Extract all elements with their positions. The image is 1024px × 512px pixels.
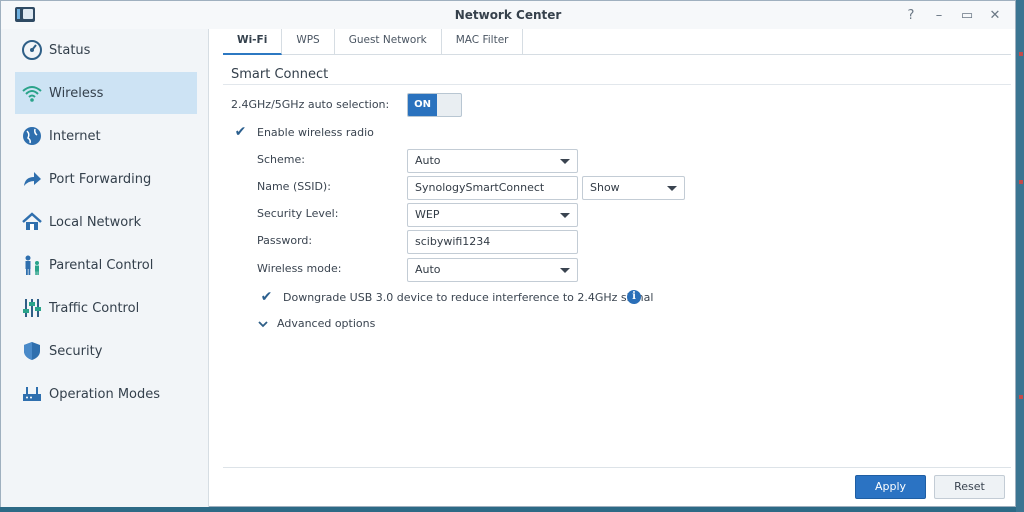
tab-guest-network[interactable]: Guest Network: [335, 29, 442, 55]
close-icon[interactable]: ✕: [983, 5, 1007, 25]
checkmark-icon: ✔: [234, 123, 247, 140]
main-panel: Wi-Fi WPS Guest Network MAC Filter Smart…: [221, 29, 1011, 507]
checkmark-icon: ✔: [260, 288, 273, 305]
scheme-value: Auto: [415, 154, 441, 167]
ssid-visibility-value: Show: [590, 181, 620, 194]
sidebar-item-label: Parental Control: [49, 257, 154, 273]
toggle-on-label: ON: [408, 94, 437, 116]
tab-wps[interactable]: WPS: [282, 29, 335, 55]
sidebar-item-security[interactable]: Security: [15, 330, 197, 372]
enable-radio-label: Enable wireless radio: [257, 126, 374, 139]
minimize-icon[interactable]: –: [927, 5, 951, 25]
sidebar-item-wireless[interactable]: Wireless: [15, 72, 197, 114]
section-title: Smart Connect: [231, 67, 329, 82]
desktop-background: [1016, 0, 1024, 512]
apply-button[interactable]: Apply: [855, 475, 926, 499]
reset-button[interactable]: Reset: [934, 475, 1005, 499]
security-level-value: WEP: [415, 208, 440, 221]
scheme-label: Scheme:: [257, 153, 305, 166]
sidebar-item-label: Security: [49, 343, 103, 359]
sidebar: Status Wireless Internet Port Forwarding…: [1, 29, 209, 507]
advanced-options-toggle[interactable]: Advanced options: [257, 317, 375, 330]
password-input[interactable]: scibywifi1234: [407, 230, 578, 254]
sidebar-item-local-network[interactable]: Local Network: [15, 201, 197, 243]
sidebar-item-label: Traffic Control: [49, 300, 140, 316]
downgrade-usb-checkbox[interactable]: ✔: [259, 288, 274, 305]
router-icon: [21, 383, 43, 405]
house-icon: [21, 211, 43, 233]
globe-icon: [21, 125, 43, 147]
sidebar-item-status[interactable]: Status: [15, 29, 197, 71]
forward-arrow-icon: [21, 168, 43, 190]
chevron-down-icon: [257, 318, 269, 330]
ssid-value: SynologySmartConnect: [415, 181, 545, 194]
tab-bar: Wi-Fi WPS Guest Network MAC Filter: [223, 29, 1011, 55]
password-label: Password:: [257, 234, 313, 247]
section-divider: [223, 84, 1011, 85]
ssid-label: Name (SSID):: [257, 180, 331, 193]
wireless-mode-select[interactable]: Auto: [407, 258, 578, 282]
auto-selection-toggle[interactable]: ON: [407, 93, 462, 117]
sidebar-item-traffic-control[interactable]: Traffic Control: [15, 287, 197, 329]
auto-selection-label: 2.4GHz/5GHz auto selection:: [231, 98, 390, 111]
sidebar-item-label: Local Network: [49, 214, 142, 230]
enable-radio-checkbox[interactable]: ✔: [233, 123, 248, 140]
ssid-visibility-select[interactable]: Show: [582, 176, 685, 200]
sidebar-item-label: Wireless: [49, 85, 104, 101]
chevron-down-icon: [667, 186, 677, 191]
sidebar-item-internet[interactable]: Internet: [15, 115, 197, 157]
family-icon: [21, 254, 43, 276]
tab-wifi[interactable]: Wi-Fi: [223, 29, 283, 55]
info-icon[interactable]: i: [627, 290, 641, 304]
wireless-mode-label: Wireless mode:: [257, 262, 342, 275]
maximize-icon[interactable]: ▭: [955, 5, 979, 25]
sliders-icon: [21, 297, 43, 319]
sidebar-item-label: Port Forwarding: [49, 171, 152, 187]
advanced-options-label: Advanced options: [277, 317, 376, 330]
shield-icon: [21, 340, 43, 362]
tab-mac-filter[interactable]: MAC Filter: [442, 29, 524, 55]
wifi-icon: [21, 82, 43, 104]
sidebar-item-label: Status: [49, 42, 91, 58]
sidebar-item-label: Internet: [49, 128, 101, 144]
sidebar-item-operation-modes[interactable]: Operation Modes: [15, 373, 197, 415]
downgrade-usb-label: Downgrade USB 3.0 device to reduce inter…: [283, 291, 654, 304]
chevron-down-icon: [560, 159, 570, 164]
window-title: Network Center: [454, 8, 562, 22]
sidebar-item-port-forwarding[interactable]: Port Forwarding: [15, 158, 197, 200]
chevron-down-icon: [560, 213, 570, 218]
footer-divider: [223, 467, 1011, 468]
sidebar-item-parental-control[interactable]: Parental Control: [15, 244, 197, 286]
sidebar-item-label: Operation Modes: [49, 386, 161, 402]
security-level-select[interactable]: WEP: [407, 203, 578, 227]
wireless-mode-value: Auto: [415, 263, 441, 276]
scheme-select[interactable]: Auto: [407, 149, 578, 173]
security-level-label: Security Level:: [257, 207, 339, 220]
network-center-window: Network Center ? – ▭ ✕ Status Wireless I…: [0, 0, 1016, 507]
title-bar: Network Center ? – ▭ ✕: [1, 1, 1015, 29]
chevron-down-icon: [560, 268, 570, 273]
help-icon[interactable]: ?: [899, 5, 923, 25]
ssid-input[interactable]: SynologySmartConnect: [407, 176, 578, 200]
status-gauge-icon: [21, 39, 43, 61]
password-value: scibywifi1234: [415, 235, 491, 248]
